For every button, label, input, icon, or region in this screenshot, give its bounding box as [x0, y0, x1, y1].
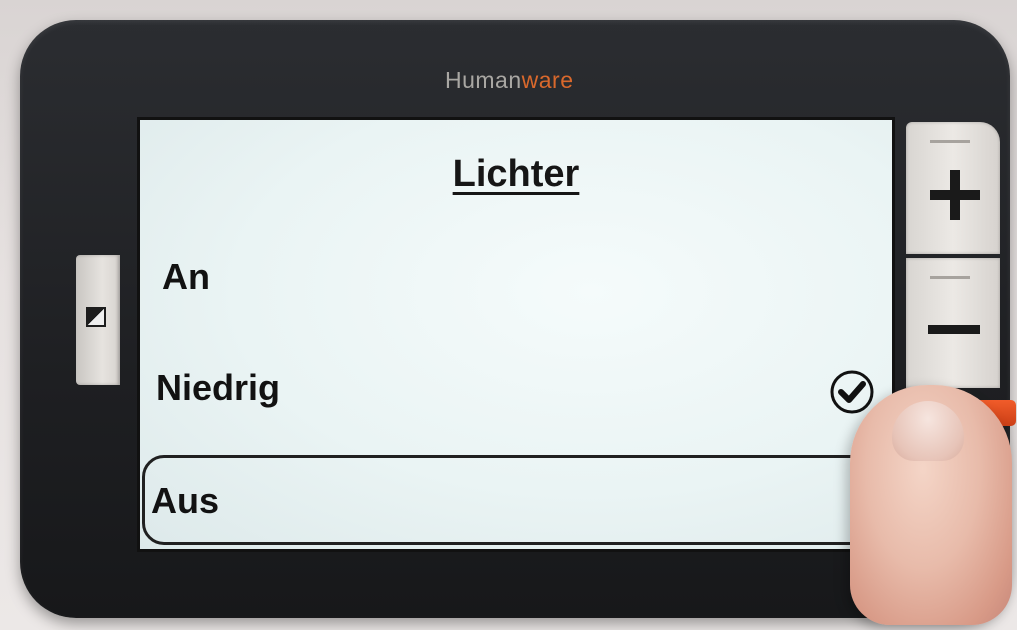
option-aus[interactable]: Aus — [151, 480, 219, 522]
menu-title: Lichter — [452, 153, 580, 195]
option-aus-selected-frame[interactable]: Aus — [142, 455, 888, 545]
zoom-in-button[interactable] — [906, 122, 1000, 254]
fingernail — [892, 401, 964, 461]
contrast-button[interactable] — [76, 255, 120, 385]
pressing-finger — [850, 385, 1012, 625]
device-screen: Lichter An Niedrig Aus — [137, 117, 895, 552]
zoom-out-button[interactable] — [906, 258, 1000, 388]
option-niedrig[interactable]: Niedrig — [156, 367, 280, 409]
brand-prefix: Human — [445, 67, 522, 93]
checkmark-icon — [830, 370, 874, 414]
button-tick-mark — [930, 140, 970, 143]
minus-icon — [928, 325, 980, 334]
plus-icon — [930, 170, 980, 220]
brand-accent: ware — [521, 67, 574, 93]
contrast-icon — [86, 307, 106, 327]
button-tick-mark — [930, 276, 970, 279]
brand-logo: Humanware — [445, 67, 574, 94]
option-an[interactable]: An — [162, 256, 210, 298]
